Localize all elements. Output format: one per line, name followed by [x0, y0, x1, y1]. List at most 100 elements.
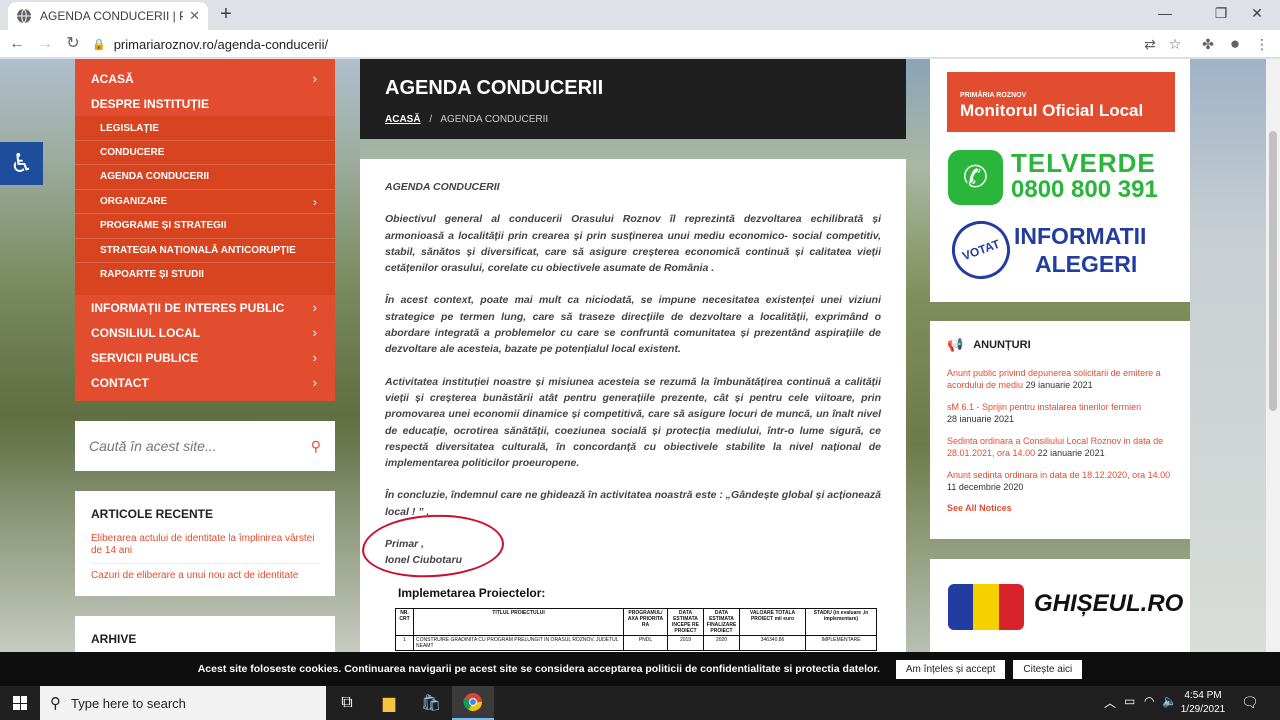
table-header: VALOARE TOTALA PROIECT mii euro	[739, 608, 806, 636]
menu-item-contact[interactable]: CONTACT ›	[75, 370, 335, 395]
breadcrumb-separator: /	[429, 114, 433, 125]
window-close-icon[interactable]: ✕	[1234, 0, 1280, 28]
tab-bar: AGENDA CONDUCERII | Pagina o ✕ + — ❐ ✕	[0, 0, 1280, 30]
address-bar[interactable]: 🔒 primariaroznov.ro/agenda-conducerii/	[92, 33, 1192, 55]
site-search: ⚲	[75, 421, 335, 471]
submenu-item-strategia[interactable]: STRATEGIA NAȚIONALĂ ANTICORUPȚIE	[75, 238, 335, 262]
submenu-item-programe[interactable]: PROGRAME ȘI STRATEGII	[75, 213, 335, 237]
table-cell: 2020	[703, 635, 740, 651]
taskbar-clock[interactable]: 4:54 PM 1/29/2021	[1180, 689, 1226, 717]
submenu-item-agenda-conducerii[interactable]: AGENDA CONDUCERII	[75, 164, 335, 188]
sidebar-menu: ACASĂ › DESPRE INSTITUȚIE LEGISLAȚIE CON…	[75, 59, 335, 401]
chevron-right-icon: ›	[312, 350, 317, 365]
notice-item: Anunt sedinta ordinara in data de 18.12.…	[947, 469, 1173, 493]
battery-icon[interactable]: ▭	[1124, 694, 1135, 708]
monitor-big-text: Monitorul Oficial Local	[960, 101, 1144, 120]
see-all-notices-link[interactable]: See All Notices	[947, 503, 1173, 513]
notice-link[interactable]: Anunt sedinta ordinara in data de 18.12.…	[947, 470, 1170, 480]
table-cell: PNDL	[623, 635, 668, 651]
informatii-text: INFORMATII	[1014, 223, 1147, 249]
tab-title: AGENDA CONDUCERII | Pagina o	[40, 9, 183, 23]
table-cell: 1	[395, 635, 414, 651]
menu-item-label: DESPRE INSTITUȚIE	[91, 96, 210, 111]
extensions-icon[interactable]: ✤	[1198, 34, 1218, 54]
task-view-icon[interactable]: ⧉	[326, 686, 368, 720]
article-paragraph: În acest context, poate mai mult ca nici…	[385, 294, 881, 356]
phone-icon: ✆	[948, 150, 1003, 205]
chevron-right-icon: ›	[312, 375, 317, 390]
forward-icon[interactable]: →	[34, 33, 56, 55]
taskbar-search[interactable]: ⚲ Type here to search	[40, 686, 326, 720]
back-icon[interactable]: ←	[6, 33, 28, 55]
store-icon[interactable]: 🛍	[410, 686, 452, 720]
menu-item-label: ACASĂ	[91, 71, 134, 86]
page-title: AGENDA CONDUCERII	[385, 77, 604, 99]
notices-header: 📢 ANUNȚURI	[947, 337, 1173, 353]
volume-icon[interactable]: 🔈	[1162, 694, 1177, 708]
menu-item-acasa[interactable]: ACASĂ ›	[75, 66, 335, 91]
recent-articles-title: ARTICOLE RECENTE	[91, 507, 214, 521]
minimize-icon[interactable]: —	[1142, 0, 1188, 28]
table-header: STADIU (in evaluare ,in implementare)	[805, 608, 877, 636]
tab-close-icon[interactable]: ✕	[189, 8, 200, 24]
submenu-item-conducere[interactable]: CONDUCERE	[75, 140, 335, 164]
table-header-row: NR. CRT TITLUL PROIECTULUI PROGRAMUL/ AX…	[395, 608, 877, 636]
menu-item-informatii[interactable]: INFORMAȚII DE INTERES PUBLIC ›	[75, 295, 335, 320]
menu-item-servicii-publice[interactable]: SERVICII PUBLICE ›	[75, 345, 335, 370]
table-cell: IMPLEMENTARE	[805, 635, 877, 651]
submenu-item-rapoarte[interactable]: RAPOARTE ȘI STUDII	[75, 262, 335, 286]
submenu-item-legislatie[interactable]: LEGISLAȚIE	[75, 116, 335, 140]
windows-taskbar: ⚲ Type here to search ⧉ ▆ 🛍 ︿ ▭ ◠ 🔈 4:54…	[0, 686, 1280, 720]
breadcrumb-home-link[interactable]: ACASĂ	[385, 114, 421, 125]
bookmark-star-icon[interactable]: ☆	[1165, 34, 1185, 54]
notice-item: sM 6.1 - Sprijin pentru instalarea tiner…	[947, 401, 1173, 425]
page-scrollbar[interactable]	[1266, 59, 1280, 652]
menu-item-consiliul-local[interactable]: CONSILIUL LOCAL ›	[75, 320, 335, 345]
submenu-item-organizare[interactable]: ORGANIZARE ›	[75, 189, 335, 213]
ghiseul-banner[interactable]: GHIȘEUL.RO	[930, 559, 1190, 652]
start-button[interactable]	[0, 686, 40, 720]
chrome-icon[interactable]	[452, 686, 494, 720]
notice-link[interactable]: sM 6.1 - Sprijin pentru instalarea tiner…	[947, 402, 1141, 412]
scrollbar-thumb[interactable]	[1269, 131, 1277, 411]
new-tab-icon[interactable]: +	[216, 4, 236, 24]
translate-icon[interactable]: ⇄	[1140, 34, 1160, 54]
menu-item-despre-institutie[interactable]: DESPRE INSTITUȚIE	[75, 91, 335, 116]
notice-date: 29 ianuarie 2021	[1025, 380, 1093, 390]
clock-time: 4:54 PM	[1184, 690, 1222, 701]
file-explorer-icon[interactable]: ▆	[368, 686, 410, 720]
telverde-banner[interactable]: ✆ TELVERDE 0800 800 391	[948, 148, 1178, 206]
lock-icon: 🔒	[92, 38, 106, 51]
reload-icon[interactable]: ↻	[62, 33, 84, 55]
recent-article-link[interactable]: Cazuri de eliberare a unui nou act de id…	[91, 570, 319, 588]
notice-date: 28 ianuarie 2021	[947, 414, 1015, 424]
article-content: AGENDA CONDUCERII Obiectivul general al …	[360, 159, 906, 652]
notifications-icon[interactable]: 🗨	[1241, 694, 1259, 711]
telverde-number: 0800 800 391	[1011, 176, 1158, 203]
archive-title: ARHIVE	[91, 632, 137, 646]
taskbar-search-placeholder: Type here to search	[71, 695, 186, 711]
accept-cookies-button[interactable]: Am înțeles și accept	[895, 659, 1006, 679]
table-header: DATA ESTIMATA INCEPE RE PROIECT	[667, 608, 704, 636]
recent-article-link[interactable]: Eliberarea actului de identitate la împl…	[91, 533, 319, 564]
monitor-small-text: PRIMĂRIA ROZNOV	[960, 92, 1027, 99]
recent-articles: ARTICOLE RECENTE Eliberarea actului de i…	[75, 491, 335, 596]
browser-tab[interactable]: AGENDA CONDUCERII | Pagina o ✕	[8, 2, 208, 30]
votat-stamp-icon: VOTAT	[943, 212, 1019, 288]
wifi-icon[interactable]: ◠	[1144, 694, 1154, 708]
profile-avatar-icon[interactable]: ●	[1225, 34, 1245, 54]
accessibility-icon[interactable]: ♿	[0, 142, 43, 185]
article-paragraph: Activitatea instituției noastre și misiu…	[385, 375, 881, 470]
notice-item: Sedinta ordinara a Consiliului Local Roz…	[947, 435, 1173, 459]
search-input[interactable]	[89, 438, 311, 454]
chevron-right-icon: ›	[312, 300, 317, 315]
tray-chevron-icon[interactable]: ︿	[1104, 694, 1116, 711]
monitor-oficial-banner[interactable]: PRIMĂRIA ROZNOV Monitorul Oficial Local	[947, 72, 1175, 132]
table-header: PROGRAMUL/ AXA PRIORITA RA	[623, 608, 668, 636]
menu-item-label: CONTACT	[91, 375, 149, 390]
ghiseul-text: GHIȘEUL.RO	[1034, 590, 1184, 617]
search-icon[interactable]: ⚲	[311, 438, 321, 455]
read-policy-button[interactable]: Citește aici	[1013, 659, 1083, 679]
more-menu-icon[interactable]: ⋮	[1252, 34, 1272, 54]
informatii-alegeri-banner[interactable]: VOTAT INFORMATII ALEGERI	[943, 212, 1178, 288]
